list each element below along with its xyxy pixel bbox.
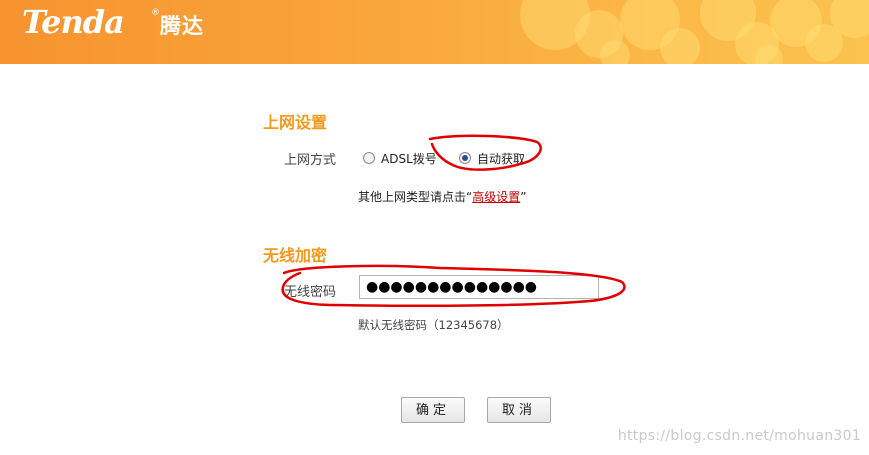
internet-settings-title: 上网设置 xyxy=(263,113,328,132)
radio-adsl[interactable] xyxy=(363,152,375,164)
header-banner: Tenda ® 腾达 xyxy=(0,0,869,64)
advanced-settings-hint: 其他上网类型请点击“高级设置” xyxy=(358,188,526,205)
wireless-password-input[interactable]: ●●●●●●●●●●●●●● xyxy=(359,275,599,299)
hint-suffix: ” xyxy=(520,190,527,204)
default-password-hint: 默认无线密码（12345678） xyxy=(358,318,509,332)
registered-mark: ® xyxy=(151,8,160,18)
ok-button[interactable]: 确定 xyxy=(401,397,465,423)
wireless-encryption-title: 无线加密 xyxy=(263,246,328,265)
radio-auto[interactable] xyxy=(459,152,471,164)
radio-adsl-label[interactable]: ADSL拨号 xyxy=(381,150,437,167)
cancel-button[interactable]: 取消 xyxy=(487,397,551,423)
advanced-settings-link[interactable]: 高级设置 xyxy=(472,190,520,204)
internet-mode-label: 上网方式 xyxy=(284,153,337,168)
hint-prefix: 其他上网类型请点击“ xyxy=(358,190,473,204)
radio-auto-label[interactable]: 自动获取 xyxy=(477,150,525,167)
tenda-logo: Tenda xyxy=(22,3,125,41)
wireless-password-label: 无线密码 xyxy=(284,285,337,300)
csdn-watermark: https://blog.csdn.net/mohuan301 xyxy=(617,428,861,444)
red-annotations xyxy=(281,134,626,308)
tenda-logo-cn: 腾达 xyxy=(160,14,204,38)
